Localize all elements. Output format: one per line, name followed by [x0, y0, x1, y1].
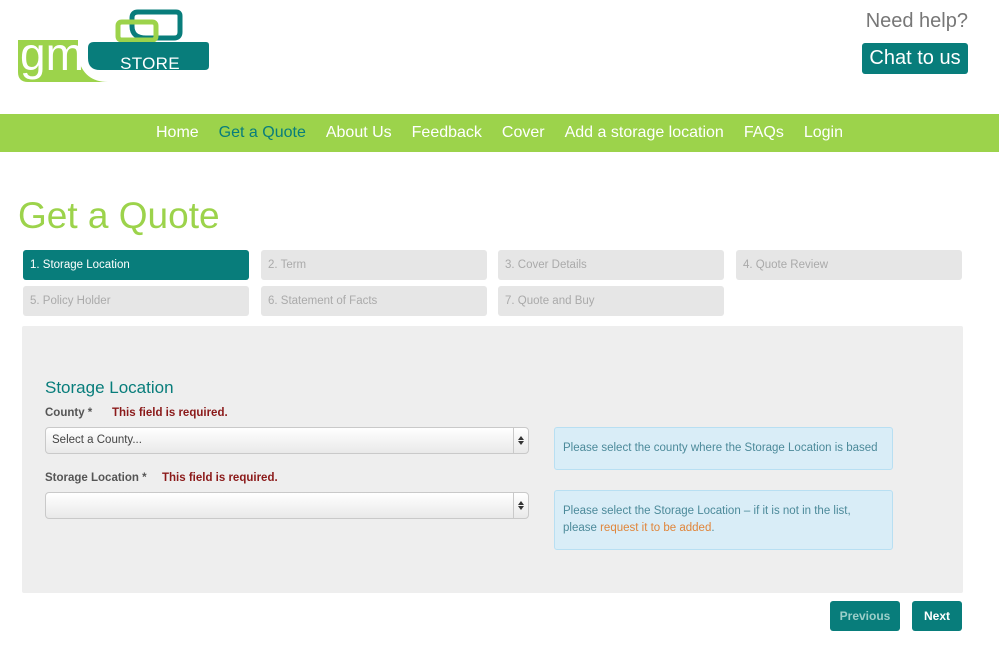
storage-location-select[interactable]	[45, 492, 529, 519]
page-title: Get a Quote	[18, 195, 220, 236]
next-button[interactable]: Next	[912, 601, 962, 631]
chat-button[interactable]: Chat to us	[862, 43, 968, 74]
step-storage-location[interactable]: 1. Storage Location	[23, 250, 249, 280]
nav-list: Home Get a Quote About Us Feedback Cover…	[0, 114, 999, 152]
request-location-link[interactable]: request it to be added	[600, 522, 711, 534]
step-cover-details[interactable]: 3. Cover Details	[498, 250, 724, 280]
storage-location-label: Storage Location *	[45, 472, 147, 484]
county-select-value: Select a County...	[52, 434, 142, 446]
storage-location-error: This field is required.	[162, 472, 278, 484]
logo-text: STORE INSURE	[116, 54, 184, 101]
county-select[interactable]: Select a County...	[45, 427, 529, 454]
brand-logo[interactable]: gm STORE INSURE	[18, 8, 210, 101]
help-text: Need help?	[865, 10, 968, 32]
step-quote-and-buy[interactable]: 7. Quote and Buy	[498, 286, 724, 316]
storage-location-help: Please select the Storage Location – if …	[554, 490, 893, 550]
previous-button[interactable]: Previous	[830, 601, 900, 631]
county-help: Please select the county where the Stora…	[554, 427, 893, 470]
step-policy-holder[interactable]: 5. Policy Holder	[23, 286, 249, 316]
county-label: County *	[45, 407, 93, 419]
storage-location-help-suffix: .	[711, 522, 715, 534]
nav-item-faqs[interactable]: FAQs	[734, 114, 794, 152]
select-arrows-icon	[513, 428, 528, 453]
main-navbar: Home Get a Quote About Us Feedback Cover…	[0, 114, 999, 152]
nav-item-login[interactable]: Login	[794, 114, 853, 152]
step-quote-review[interactable]: 4. Quote Review	[736, 250, 962, 280]
nav-item-about-us[interactable]: About Us	[316, 114, 402, 152]
nav-item-feedback[interactable]: Feedback	[402, 114, 492, 152]
step-term[interactable]: 2. Term	[261, 250, 487, 280]
section-title: Storage Location	[45, 378, 174, 397]
logo-letters: gm	[20, 28, 84, 80]
nav-item-add-storage-location[interactable]: Add a storage location	[555, 114, 734, 152]
select-arrows-icon	[513, 493, 528, 518]
step-statement-of-facts[interactable]: 6. Statement of Facts	[261, 286, 487, 316]
nav-item-home[interactable]: Home	[146, 114, 209, 152]
form-panel: Storage Location County * This field is …	[22, 326, 963, 593]
nav-item-get-a-quote[interactable]: Get a Quote	[209, 114, 316, 152]
nav-item-cover[interactable]: Cover	[492, 114, 555, 152]
county-error: This field is required.	[112, 407, 228, 419]
